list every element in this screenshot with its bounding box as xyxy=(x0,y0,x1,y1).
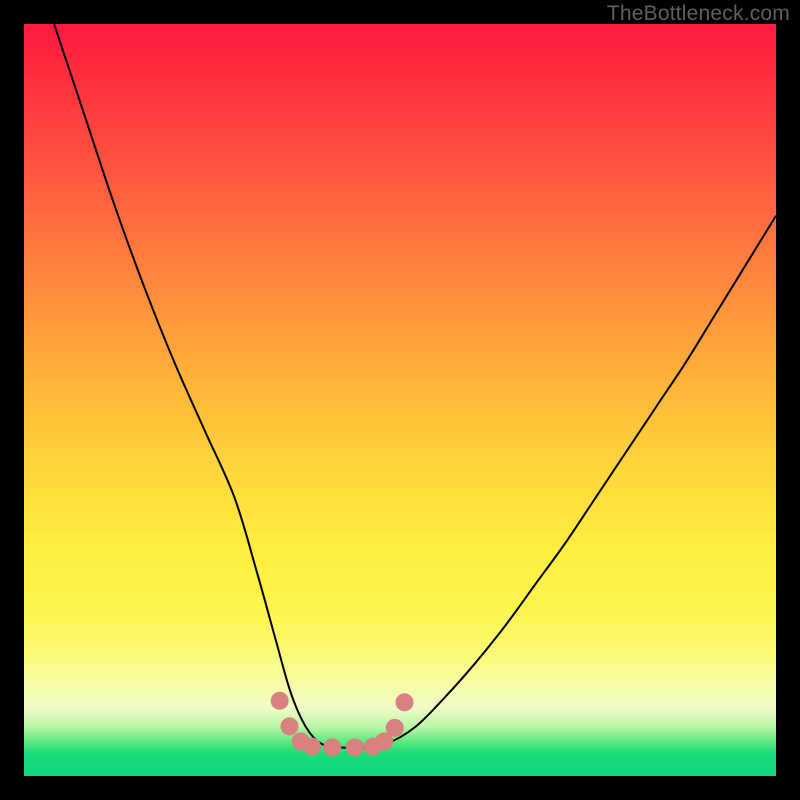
trough-marker xyxy=(303,738,321,756)
plot-area xyxy=(24,24,776,776)
trough-marker xyxy=(280,717,298,735)
trough-marker xyxy=(386,719,404,737)
watermark-text: TheBottleneck.com xyxy=(607,2,790,26)
trough-marker xyxy=(396,693,414,711)
chart-frame: TheBottleneck.com xyxy=(0,0,800,800)
bottleneck-curve xyxy=(54,24,776,748)
trough-marker xyxy=(271,692,289,710)
trough-marker xyxy=(346,738,364,756)
chart-svg xyxy=(24,24,776,776)
trough-marker xyxy=(323,738,341,756)
